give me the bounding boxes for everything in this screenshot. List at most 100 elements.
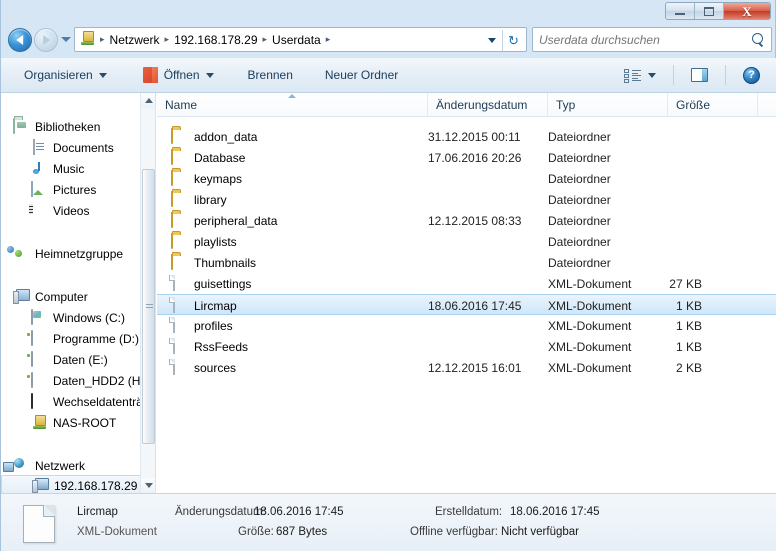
sidebar-item-windows-c[interactable]: Windows (C:) xyxy=(1,307,141,328)
windows-drive-icon xyxy=(31,308,47,326)
sort-ascending-icon xyxy=(288,94,296,98)
breadcrumb-userdata[interactable]: Userdata xyxy=(269,33,324,47)
help-button[interactable]: ? xyxy=(734,62,769,88)
address-dropdown-icon[interactable] xyxy=(488,38,496,43)
file-size-cell: 2 KB xyxy=(675,360,702,375)
table-row[interactable]: profiles XML-Dokument 1 KB xyxy=(157,315,776,336)
file-name-cell: profiles xyxy=(171,315,233,336)
open-button[interactable]: Öffnen xyxy=(134,62,223,88)
file-date-cell: 31.12.2015 00:11 xyxy=(428,129,521,144)
sidebar-scrollbar[interactable] xyxy=(140,93,155,493)
file-name-label: Lircmap xyxy=(194,298,237,313)
column-header-spacer xyxy=(758,93,776,116)
file-type-cell: XML-Dokument xyxy=(548,276,632,291)
new-folder-button[interactable]: Neuer Ordner xyxy=(316,62,407,88)
sidebar-item-label: Wechseldatenträ xyxy=(53,394,143,409)
column-header-size[interactable]: Größe xyxy=(668,93,758,116)
maximize-button[interactable] xyxy=(695,3,724,19)
sidebar-item-19216817829[interactable]: 192.168.178.29 xyxy=(1,475,150,493)
toolbar-right-group: ? xyxy=(615,62,769,88)
drive-icon xyxy=(31,329,47,347)
scroll-up-button[interactable] xyxy=(141,93,155,108)
table-row[interactable]: keymaps Dateiordner xyxy=(157,168,776,189)
search-box[interactable] xyxy=(532,27,772,52)
file-name-cell: guisettings xyxy=(171,273,251,294)
scroll-down-button[interactable] xyxy=(141,478,155,493)
sidebar-item-wechseldatenträ[interactable]: Wechseldatenträ xyxy=(1,391,143,412)
file-size-cell xyxy=(628,126,702,147)
address-divider xyxy=(502,30,503,51)
documents-icon xyxy=(31,138,47,156)
file-name-label: sources xyxy=(194,360,237,375)
file-size-cell: 1 KB xyxy=(675,318,702,333)
xml-file-icon xyxy=(171,274,187,292)
sidebar-item-pictures[interactable]: Pictures xyxy=(1,179,141,200)
sidebar-item-bibliotheken[interactable]: Bibliotheken xyxy=(1,116,141,137)
sidebar-item-heimnetzgruppe[interactable]: Heimnetzgruppe xyxy=(1,243,141,264)
sidebar-item-videos[interactable]: Videos xyxy=(1,200,141,221)
sidebar-item-computer[interactable]: Computer xyxy=(1,286,141,307)
table-row[interactable]: playlists Dateiordner xyxy=(157,231,776,252)
details-file-type: XML-Dokument xyxy=(77,526,157,538)
folder-icon xyxy=(171,190,187,208)
details-size-value: 687 Bytes xyxy=(276,526,328,538)
file-name-cell: Database xyxy=(171,147,245,168)
file-name-label: Thumbnails xyxy=(194,255,257,270)
minimize-button[interactable] xyxy=(666,3,695,19)
preview-pane-button[interactable] xyxy=(682,62,717,88)
scrollbar-thumb[interactable] xyxy=(142,169,155,444)
table-row[interactable]: library Dateiordner xyxy=(157,189,776,210)
network-folder-icon xyxy=(79,31,96,48)
network-icon xyxy=(13,458,29,474)
toolbar-divider xyxy=(725,65,726,85)
sidebar-item-netzwerk[interactable]: Netzwerk xyxy=(1,455,141,476)
table-row[interactable]: sources 12.12.2015 16:01 XML-Dokument 2 KB xyxy=(157,357,776,378)
sidebar-item-documents[interactable]: Documents xyxy=(1,137,141,158)
refresh-button[interactable]: ↻ xyxy=(505,32,522,49)
file-name-cell: addon_data xyxy=(171,126,257,147)
file-type-cell: Dateiordner xyxy=(548,213,611,228)
forward-button[interactable] xyxy=(34,28,58,52)
sidebar-item-daten_hdd2-h[interactable]: Daten_HDD2 (H:) xyxy=(1,370,148,391)
table-row[interactable]: Lircmap 18.06.2016 17:45 XML-Dokument 1 KB xyxy=(157,294,776,315)
breadcrumb-host[interactable]: 192.168.178.29 xyxy=(171,33,260,47)
views-button[interactable] xyxy=(615,62,665,88)
main-content: Bibliotheken Documents Music Pictures Videos… xyxy=(1,93,776,493)
folder-icon xyxy=(171,253,187,271)
file-type-cell: XML-Dokument xyxy=(548,339,632,354)
close-button[interactable]: X xyxy=(724,3,770,19)
table-row[interactable]: guisettings XML-Dokument 27 KB xyxy=(157,273,776,294)
breadcrumb-netzwerk[interactable]: Netzwerk xyxy=(107,33,163,47)
open-label: Öffnen xyxy=(163,68,200,82)
search-input[interactable] xyxy=(539,32,751,47)
table-row[interactable]: Thumbnails Dateiordner xyxy=(157,252,776,273)
table-row[interactable]: Database 17.06.2016 20:26 Dateiordner xyxy=(157,147,776,168)
details-modified-label: Änderungsdatum: xyxy=(175,506,266,518)
sidebar-item-music[interactable]: Music xyxy=(1,158,141,179)
organize-button[interactable]: Organisieren xyxy=(15,62,116,88)
column-header-type[interactable]: Typ xyxy=(548,93,668,116)
history-dropdown-icon[interactable] xyxy=(61,37,71,42)
xml-file-icon xyxy=(171,358,187,376)
address-bar[interactable]: ▸ Netzwerk ▸ 192.168.178.29 ▸ Userdata ▸… xyxy=(74,27,527,52)
sidebar-item-nas-root[interactable]: NAS-ROOT xyxy=(1,412,141,433)
file-size-cell: 27 KB xyxy=(669,276,702,291)
column-header-date[interactable]: Änderungsdatum xyxy=(428,93,548,116)
table-row[interactable]: RssFeeds XML-Dokument 1 KB xyxy=(157,336,776,357)
folder-icon xyxy=(171,169,187,187)
table-row[interactable]: peripheral_data 12.12.2015 08:33 Dateiordn… xyxy=(157,210,776,231)
sidebar-item-programme-d[interactable]: Programme (D:) xyxy=(1,328,141,349)
sidebar-item-daten-e[interactable]: Daten (E:) xyxy=(1,349,141,370)
file-size-cell xyxy=(628,147,702,168)
column-header-name[interactable]: Name xyxy=(157,93,428,116)
file-size-cell xyxy=(628,210,702,231)
file-type-cell: XML-Dokument xyxy=(548,360,632,375)
back-button[interactable] xyxy=(8,28,32,52)
burn-button[interactable]: Brennen xyxy=(239,62,302,88)
table-row[interactable]: addon_data 31.12.2015 00:11 Dateiordner xyxy=(157,126,776,147)
file-name-cell: keymaps xyxy=(171,168,242,189)
explorer-window: X ▸ Netzwerk ▸ 192.168.178.29 ▸ Userdata… xyxy=(0,0,776,551)
file-list-pane: Name Änderungsdatum Typ Größe addon_data… xyxy=(157,93,776,493)
folder-icon xyxy=(171,232,187,250)
sidebar-item-label: Pictures xyxy=(53,182,97,197)
